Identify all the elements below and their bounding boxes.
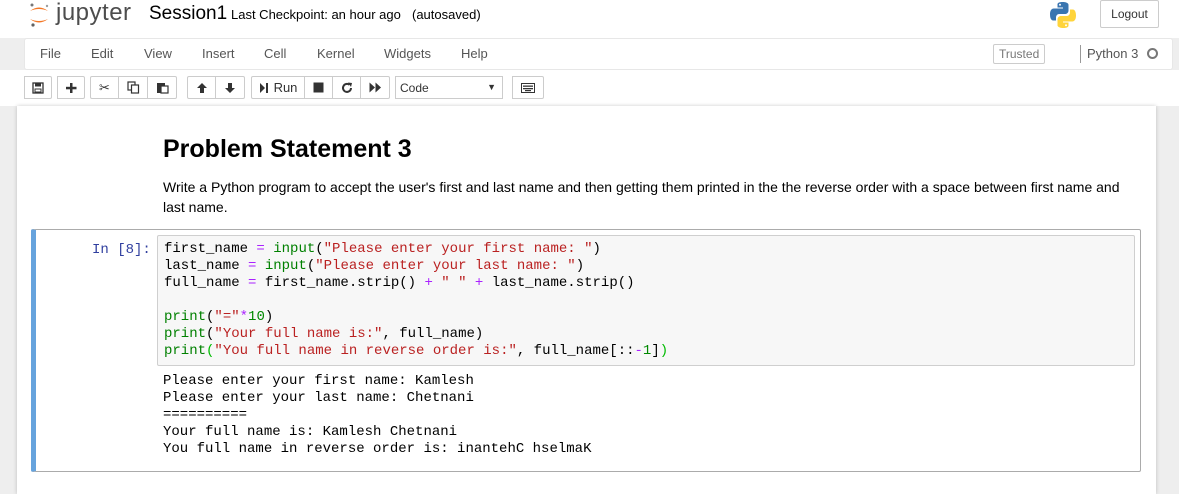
- copy-icon: [126, 81, 139, 94]
- menu-cell[interactable]: Cell: [264, 46, 286, 61]
- plus-icon: [66, 82, 77, 93]
- jupyter-logo-icon: [30, 3, 49, 27]
- cut-button[interactable]: ✂: [90, 76, 119, 99]
- trusted-indicator[interactable]: Trusted: [993, 44, 1046, 64]
- code-line: full_name = first_name.strip() + " " + l…: [164, 275, 635, 291]
- output-line: Please enter your first name: Kamlesh: [163, 373, 474, 389]
- output-line: Please enter your last name: Chetnani: [163, 390, 474, 406]
- cell-type-value: Code: [400, 80, 429, 95]
- menu-view[interactable]: View: [144, 46, 172, 61]
- arrow-down-icon: [225, 82, 235, 93]
- keyboard-group: [512, 76, 544, 99]
- toolbar: ✂ Run: [0, 70, 1179, 106]
- logout-button[interactable]: Logout: [1100, 0, 1159, 28]
- logo-text: jupyter: [56, 0, 132, 26]
- restart-icon: [341, 82, 352, 93]
- autosave-status: (autosaved): [412, 7, 481, 22]
- output-line: ==========: [163, 407, 248, 423]
- kernel-name[interactable]: Python 3: [1087, 46, 1138, 61]
- keyboard-icon: [521, 82, 535, 93]
- markdown-heading: Problem Statement 3: [163, 135, 412, 163]
- menu-kernel[interactable]: Kernel: [317, 46, 355, 61]
- code-line: first_name = input("Please enter your fi…: [164, 241, 601, 257]
- arrow-up-icon: [196, 82, 207, 93]
- output-line: Your full name is: Kamlesh Chetnani: [163, 424, 458, 440]
- code-line: print("="*10): [164, 309, 274, 325]
- run-group: Run: [251, 76, 390, 99]
- interrupt-button[interactable]: [305, 76, 333, 99]
- python-logo-icon: [1050, 2, 1076, 28]
- move-up-button[interactable]: [187, 76, 216, 99]
- run-button[interactable]: Run: [251, 76, 305, 99]
- save-group: [24, 76, 52, 99]
- code-line: print("Your full name is:", full_name): [164, 326, 484, 342]
- move-group: [187, 76, 245, 99]
- output-line: You full name in reverse order is: inant…: [163, 441, 592, 457]
- run-label: Run: [273, 80, 298, 95]
- restart-button[interactable]: [333, 76, 361, 99]
- menu-help[interactable]: Help: [461, 46, 488, 61]
- markdown-paragraph: Write a Python program to accept the use…: [163, 179, 1120, 215]
- edit-group: ✂: [90, 76, 177, 99]
- insert-group: [57, 76, 85, 99]
- paste-button[interactable]: [148, 76, 177, 99]
- jupyter-logo[interactable]: jupyter: [28, 0, 132, 30]
- stop-icon: [313, 82, 324, 93]
- save-button[interactable]: [24, 76, 52, 99]
- code-line: print("You full name in reverse order is…: [164, 343, 669, 359]
- menu-edit[interactable]: Edit: [91, 46, 113, 61]
- restart-run-all-button[interactable]: [361, 76, 390, 99]
- checkpoint-status: Last Checkpoint: an hour ago: [231, 7, 401, 22]
- save-icon: [32, 81, 44, 94]
- cell-type-select[interactable]: Code ▼: [395, 76, 503, 99]
- menubar: File Edit View Insert Cell Kernel Widget…: [24, 38, 1173, 70]
- command-palette-button[interactable]: [512, 76, 544, 99]
- menu-widgets[interactable]: Widgets: [384, 46, 431, 61]
- caret-down-icon: ▼: [487, 82, 496, 92]
- header: jupyter Session1 Last Checkpoint: an hou…: [0, 0, 1179, 38]
- move-down-button[interactable]: [216, 76, 245, 99]
- fast-forward-icon: [369, 82, 381, 93]
- input-prompt: In [8]:: [92, 242, 151, 258]
- menu-insert[interactable]: Insert: [202, 46, 235, 61]
- kernel-separator: [1080, 45, 1081, 63]
- kernel-idle-icon: [1147, 48, 1158, 59]
- run-icon: [259, 82, 268, 93]
- insert-cell-button[interactable]: [57, 76, 85, 99]
- code-line: last_name = input("Please enter your las…: [164, 258, 585, 274]
- cut-icon: ✂: [99, 79, 110, 95]
- menu-file[interactable]: File: [40, 46, 61, 61]
- notebook-name[interactable]: Session1: [149, 3, 227, 25]
- copy-button[interactable]: [119, 76, 148, 99]
- paste-icon: [156, 83, 169, 94]
